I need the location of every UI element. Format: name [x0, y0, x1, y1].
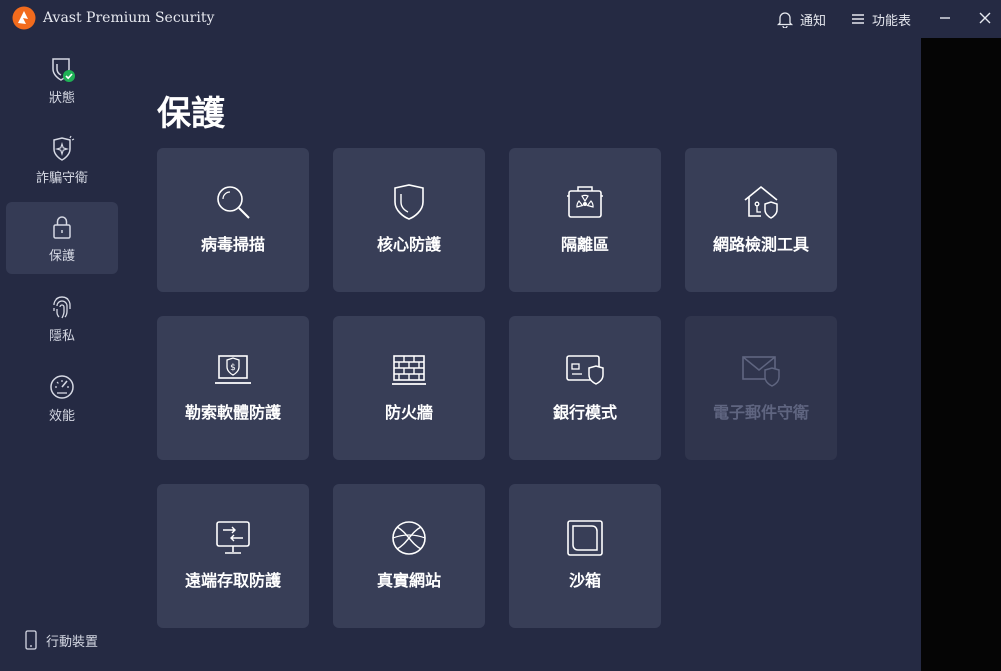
card-label: 銀行模式: [552, 403, 617, 422]
card-real-site[interactable]: 真實網站: [333, 484, 485, 628]
card-firewall[interactable]: 防火牆: [333, 316, 485, 460]
card-quarantine[interactable]: 隔離區: [509, 148, 661, 292]
avast-app: Avast Premium Security 通知 功能表 狀態 詐騙守衛 保護…: [0, 0, 1001, 671]
app-title: Avast Premium Security: [43, 10, 215, 26]
sidebar-item-scam-guard[interactable]: 詐騙守衛: [6, 124, 118, 196]
envelope-shield-icon: [742, 356, 780, 387]
bell-icon: [776, 12, 794, 28]
sidebar-item-label: 效能: [48, 408, 75, 424]
home-network-shield-icon: [744, 185, 778, 219]
card-label: 勒索軟體防護: [184, 403, 281, 422]
fingerprint-icon: [53, 295, 71, 318]
card-remote-access-shield[interactable]: 遠端存取防護: [157, 484, 309, 628]
sidebar-item-label: 詐騙守衛: [35, 170, 88, 186]
brick-wall-icon: [392, 355, 426, 385]
minimize-button[interactable]: [933, 6, 957, 30]
mobile-devices-label: 行動裝置: [46, 634, 99, 650]
close-icon: [979, 12, 991, 24]
sidebar-item-label: 狀態: [48, 90, 75, 106]
magnifier-icon: [217, 186, 250, 219]
sidebar-item-label: 隱私: [48, 328, 75, 344]
card-email-guardian: 電子郵件守衛: [685, 316, 837, 460]
menu-button[interactable]: 功能表: [850, 8, 911, 30]
hamburger-icon: [852, 14, 864, 24]
card-ransomware-shield[interactable]: $ 勒索軟體防護: [157, 316, 309, 460]
menu-label: 功能表: [872, 13, 912, 29]
quarantine-box-icon: [567, 186, 603, 218]
shield-check-icon: [52, 57, 75, 82]
sidebar-item-performance[interactable]: 效能: [6, 362, 118, 434]
card-label: 網路檢測工具: [712, 235, 809, 254]
card-label: 電子郵件守衛: [712, 403, 809, 422]
desktop-background: [921, 38, 1001, 671]
mobile-devices-link[interactable]: 行動裝置: [24, 630, 98, 650]
sidebar-item-privacy[interactable]: 隱私: [6, 282, 118, 354]
globe-icon: [392, 521, 426, 555]
card-bank-mode[interactable]: 銀行模式: [509, 316, 661, 460]
speedometer-icon: [50, 374, 74, 399]
lock-icon: [53, 215, 71, 239]
card-label: 病毒掃描: [200, 235, 265, 254]
close-button[interactable]: [973, 6, 997, 30]
sidebar-item-protection[interactable]: 保護: [6, 202, 118, 274]
title-bar: Avast Premium Security 通知 功能表: [0, 0, 1001, 38]
smartphone-icon: [25, 630, 37, 650]
card-virus-scan[interactable]: 病毒掃描: [157, 148, 309, 292]
laptop-dollar-shield-icon: $: [215, 355, 251, 384]
page-title: 保護: [157, 94, 225, 134]
scam-shield-icon: [53, 135, 75, 161]
card-network-inspector[interactable]: 網路檢測工具: [685, 148, 837, 292]
sandbox-square-icon: [567, 520, 603, 556]
avast-logo-icon: [12, 6, 36, 30]
minimize-icon: [940, 17, 950, 19]
shield-icon: [394, 184, 424, 220]
card-shield-icon: [566, 355, 604, 385]
card-label: 防火牆: [384, 403, 433, 422]
card-sandbox[interactable]: 沙箱: [509, 484, 661, 628]
svg-text:$: $: [230, 363, 236, 373]
notifications-button[interactable]: 通知: [776, 8, 826, 30]
card-label: 真實網站: [376, 571, 441, 590]
main-window: Avast Premium Security 通知 功能表 狀態 詐騙守衛 保護…: [0, 0, 1001, 671]
remote-monitor-arrows-icon: [216, 521, 250, 554]
card-label: 遠端存取防護: [184, 571, 281, 590]
notifications-label: 通知: [800, 13, 827, 29]
sidebar-item-status[interactable]: 狀態: [6, 44, 118, 116]
card-core-shields[interactable]: 核心防護: [333, 148, 485, 292]
sidebar-item-label: 保護: [48, 248, 75, 264]
card-label: 核心防護: [376, 235, 441, 254]
card-label: 隔離區: [560, 235, 609, 254]
card-label: 沙箱: [568, 571, 601, 590]
